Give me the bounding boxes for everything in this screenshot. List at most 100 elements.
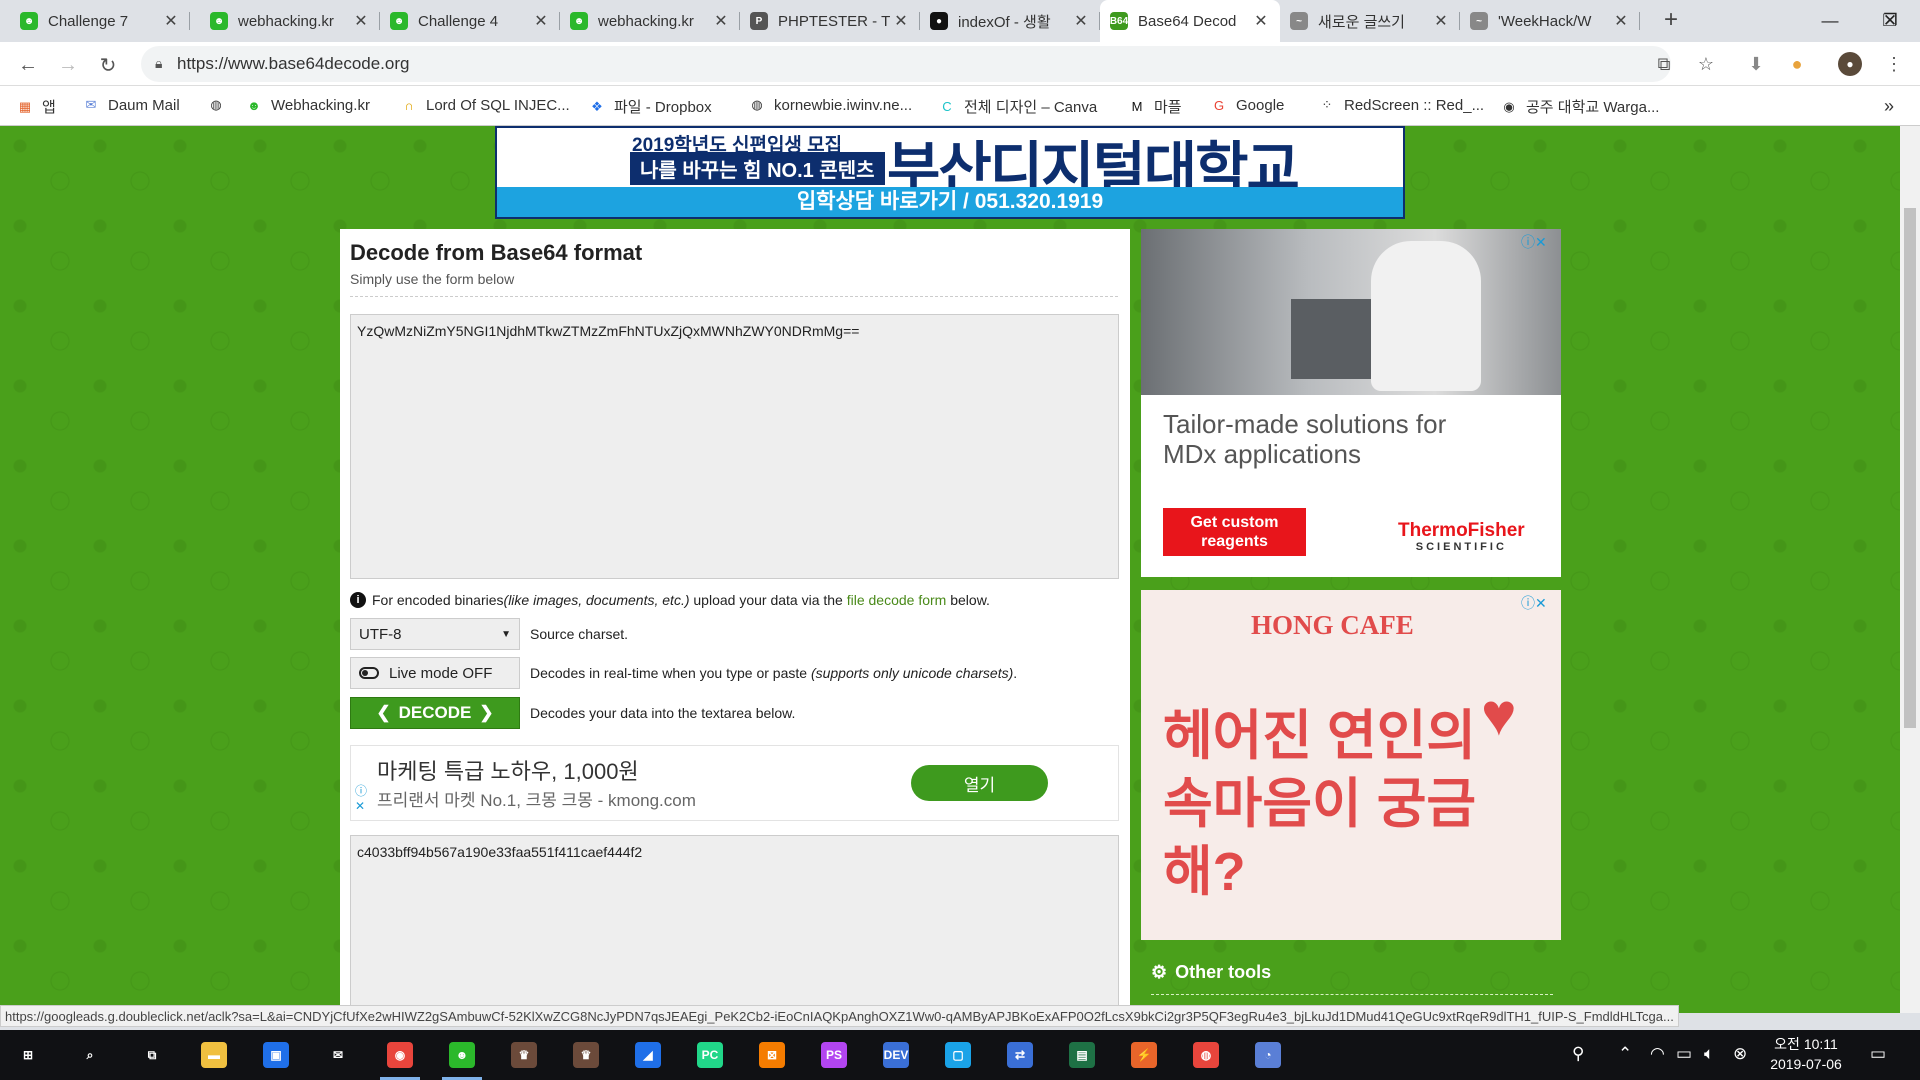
bookmark-item[interactable]: ❖ 파일 - Dropbox	[588, 96, 711, 117]
livemode-toggle[interactable]: Live mode OFF	[350, 657, 520, 689]
taskbar-store[interactable]: ▣	[248, 1030, 304, 1080]
people-icon[interactable]: ⚲	[1572, 1044, 1584, 1064]
thermofisher-logo: ThermoFisher SCIENTIFIC	[1398, 520, 1525, 555]
bookmark-item[interactable]: ☻ Webhacking.kr	[245, 96, 370, 114]
page-scrollbar[interactable]	[1900, 126, 1920, 1013]
tab[interactable]: ☻ webhacking.kr ✕	[200, 0, 380, 42]
taskbar-excel-app[interactable]: ▤	[1054, 1030, 1110, 1080]
taskbar-app-blue[interactable]: ▢	[930, 1030, 986, 1080]
taskbar-task-view[interactable]: ⧉	[124, 1030, 180, 1080]
inline-ad[interactable]: 마케팅 특급 노하우, 1,000원 프리랜서 마켓 No.1, 크몽 크몽 -…	[350, 745, 1119, 821]
tab-active[interactable]: B64 Base64 Decod ✕	[1100, 0, 1280, 42]
profile-avatar[interactable]: ●	[1838, 52, 1862, 76]
banner-line2: 나를 바꾸는 힘 NO.1 콘텐츠	[630, 152, 885, 185]
ime-icon[interactable]: ⊗	[1733, 1044, 1747, 1064]
tab-close-icon[interactable]: ✕	[1612, 11, 1630, 31]
sidebar-ad-thermofisher[interactable]: ⓘ✕ Tailor-made solutions for MDx applica…	[1141, 229, 1561, 577]
tab[interactable]: ~ 새로운 글쓰기 ✕	[1280, 0, 1460, 42]
tab-close-icon[interactable]: ✕	[352, 11, 370, 31]
devcpp-icon: DEV	[883, 1042, 909, 1068]
taskbar-xampp[interactable]: ⊠	[744, 1030, 800, 1080]
bookmark-star-icon[interactable]: ☆	[1694, 52, 1718, 76]
bookmark-item[interactable]: ✉ Daum Mail	[82, 96, 180, 114]
minimize-button[interactable]: —	[1800, 0, 1860, 42]
tab[interactable]: ☻ webhacking.kr ✕	[560, 0, 740, 42]
notification-icon[interactable]: ▭	[1870, 1044, 1886, 1064]
close-window-button[interactable]: ✕	[1860, 0, 1920, 42]
tray-chevron-icon[interactable]: ⌃	[1618, 1044, 1632, 1064]
bookmark-item[interactable]: ⁘ RedScreen :: Red_...	[1318, 96, 1485, 114]
taskbar-burp[interactable]: ⚡	[1116, 1030, 1172, 1080]
address-bar[interactable]: 🔒︎ https://www.base64decode.org	[141, 46, 1671, 82]
xampp-icon: ⊠	[759, 1042, 785, 1068]
tab[interactable]: ● indexOf - 생활 ✕	[920, 0, 1100, 42]
tab-close-icon[interactable]: ✕	[532, 11, 550, 31]
taskbar-file-explorer[interactable]: ▬	[186, 1030, 242, 1080]
wifi-icon[interactable]: ◠	[1650, 1044, 1665, 1064]
cookie-extension-icon[interactable]: ●	[1785, 52, 1809, 76]
tab-close-icon[interactable]: ✕	[892, 11, 910, 31]
taskbar-start[interactable]: ⊞	[0, 1030, 56, 1080]
ad1-brand: ThermoFisher	[1398, 520, 1525, 541]
toggle-icon	[359, 667, 379, 679]
translate-icon[interactable]: ⧉	[1652, 52, 1676, 76]
bookmark-item[interactable]: C 전체 디자인 – Canva	[938, 96, 1097, 117]
tab[interactable]: ~ 'WeekHack/W ✕	[1460, 0, 1640, 42]
new-tab-button[interactable]: +	[1656, 6, 1686, 34]
other-tools-heading[interactable]: ⚙ Other tools	[1151, 962, 1271, 983]
tab[interactable]: ☻ Challenge 4 ✕	[380, 0, 560, 42]
volume-icon[interactable]: 🔈︎	[1704, 1044, 1714, 1064]
file-decode-form-link[interactable]: file decode form	[847, 592, 947, 608]
taskbar-devcpp[interactable]: DEV	[868, 1030, 924, 1080]
bookmark-item[interactable]: G Google	[1210, 96, 1284, 114]
taskbar-search[interactable]: ⌕	[62, 1030, 118, 1080]
taskbar-chrome[interactable]: ◉	[372, 1030, 428, 1080]
ad-choices-icon[interactable]: ⓘ✕	[1521, 232, 1547, 252]
tab-close-icon[interactable]: ✕	[712, 11, 730, 31]
taskbar-app-avatar-2[interactable]: ♛	[558, 1030, 614, 1080]
bookmark-item[interactable]: ◍	[207, 96, 233, 114]
inline-ad-open-button[interactable]: 열기	[911, 765, 1048, 801]
bookmark-item[interactable]: ▦ 앱	[16, 96, 56, 117]
tab-close-icon[interactable]: ✕	[1072, 11, 1090, 31]
taskbar-app-swirl[interactable]: ◍	[1178, 1030, 1234, 1080]
ad-choices-icon[interactable]: ⓘ✕	[1521, 593, 1547, 613]
bookmark-item[interactable]: ◍ kornewbie.iwinv.ne...	[748, 96, 912, 114]
bookmark-item[interactable]: ◉ 공주 대학교 Warga...	[1500, 96, 1659, 117]
bookmark-item[interactable]: M 마플	[1128, 96, 1182, 117]
tab-close-icon[interactable]: ✕	[1432, 11, 1450, 31]
download-extension-icon[interactable]: ⬇	[1744, 52, 1768, 76]
battery-icon[interactable]: ▭	[1676, 1044, 1692, 1064]
taskbar-phpstorm[interactable]: PS	[806, 1030, 862, 1080]
output-text: c4033bff94b567a190e33faa551f411caef444f2	[357, 844, 643, 860]
tab-close-icon[interactable]: ✕	[1252, 11, 1270, 31]
ad-info-close-icon[interactable]: ⓘ ✕	[355, 782, 367, 813]
charset-select[interactable]: UTF-8 ▼	[350, 618, 520, 650]
taskbar-pycharm[interactable]: PC	[682, 1030, 738, 1080]
taskbar-edge-app[interactable]: ◢	[620, 1030, 676, 1080]
back-arrow-icon[interactable]: ←	[13, 50, 43, 80]
clock-time: 오전 10:11	[1774, 1036, 1838, 1052]
decode-button[interactable]: ❮ DECODE ❯	[350, 697, 520, 729]
top-banner-ad[interactable]: 2019학년도 신편입생 모집 나를 바꾸는 힘 NO.1 콘텐츠 부산디지털대…	[495, 126, 1405, 219]
tab-favicon-icon: ~	[1470, 12, 1488, 30]
tab[interactable]: P PHPTESTER - T ✕	[740, 0, 920, 42]
tab[interactable]: ☻ Challenge 7 ✕	[10, 0, 190, 42]
taskbar-mail[interactable]: ✉	[310, 1030, 366, 1080]
taskbar-app-notify[interactable]: ◔	[1240, 1030, 1296, 1080]
menu-dots-icon[interactable]: ⋮	[1882, 52, 1906, 76]
taskbar-webhacking-app[interactable]: ☻	[434, 1030, 490, 1080]
ad1-cta-button[interactable]: Get custom reagents	[1163, 508, 1306, 556]
sidebar-ad-hongcafe[interactable]: ⓘ✕ HONG CAFE 헤어진 연인의 속마음이 궁금해? ♥	[1141, 590, 1561, 940]
system-clock[interactable]: 오전 10:11 2019-07-06	[1760, 1034, 1852, 1074]
tab-close-icon[interactable]: ✕	[162, 11, 180, 31]
bookmarks-overflow-button[interactable]: »	[1884, 96, 1894, 117]
taskbar-app-avatar-1[interactable]: ♛	[496, 1030, 552, 1080]
output-textarea[interactable]: c4033bff94b567a190e33faa551f411caef444f2	[350, 835, 1119, 1013]
reload-icon[interactable]: ↻	[93, 50, 123, 80]
taskbar-network-app[interactable]: ⇄	[992, 1030, 1048, 1080]
scrollbar-thumb[interactable]	[1904, 208, 1916, 728]
forward-arrow-icon[interactable]: →	[53, 50, 83, 80]
input-textarea[interactable]: YzQwMzNiZmY5NGI1NjdhMTkwZTMzZmFhNTUxZjQx…	[350, 314, 1119, 579]
bookmark-item[interactable]: ∩ Lord Of SQL INJEC...	[400, 96, 569, 114]
